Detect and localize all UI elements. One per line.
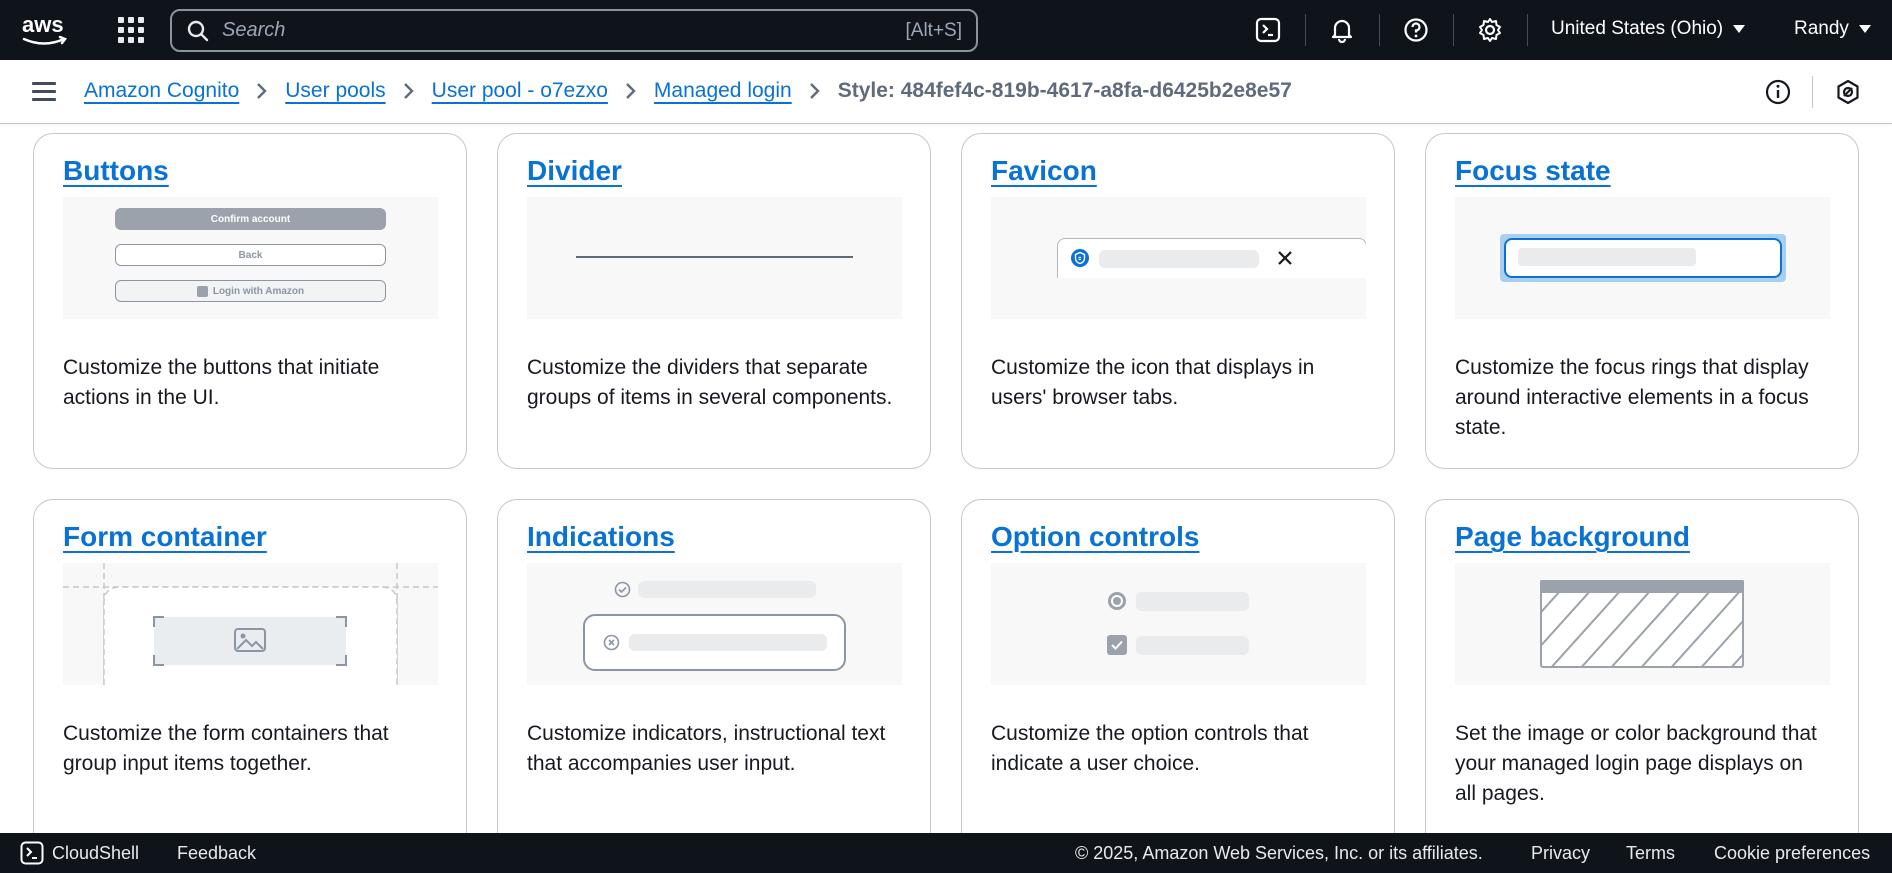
caret-down-icon (1858, 25, 1871, 33)
preview-social-button: Login with Amazon (115, 280, 386, 302)
focus-state-preview (1455, 197, 1830, 319)
card-title-option-controls[interactable]: Option controls (991, 519, 1365, 555)
card-title-favicon[interactable]: Favicon (991, 153, 1365, 189)
preview-secondary-button: Back (115, 244, 386, 266)
preview-social-label: Login with Amazon (212, 285, 305, 297)
info-icon[interactable] (1764, 78, 1792, 106)
card-title-focus-state[interactable]: Focus state (1455, 153, 1829, 189)
checkbox-icon (1107, 635, 1127, 655)
footer: CloudShell Feedback © 2025, Amazon Web S… (0, 833, 1892, 873)
preview-indicated-input (583, 614, 846, 671)
breadcrumb-user-pools[interactable]: User pools (285, 79, 385, 103)
aws-logo-text: aws (22, 12, 64, 37)
breadcrumb-current: Style: 484fef4c-819b-4617-a8fa-d6425b2e8… (837, 79, 1292, 102)
top-navigation: aws [Alt+S] United States (Ohio) Randy (0, 0, 1892, 60)
card-form-container: Form container Customize the form contai… (33, 499, 467, 833)
menu-icon[interactable] (32, 82, 56, 102)
gear-icon[interactable] (1474, 14, 1506, 46)
form-container-preview (63, 563, 438, 685)
aws-logo[interactable]: aws (20, 12, 72, 48)
chevron-right-icon (403, 83, 414, 99)
card-focus-state: Focus state Customize the focus rings th… (1425, 133, 1859, 469)
caret-down-icon (1733, 25, 1746, 33)
region-label: United States (Ohio) (1551, 18, 1724, 39)
card-option-controls: Option controls Customize the option con… (961, 499, 1395, 833)
search-shortcut: [Alt+S] (905, 19, 963, 41)
breadcrumb-user-pool[interactable]: User pool - o7ezxo (432, 79, 608, 103)
copyright-text: © 2025, Amazon Web Services, Inc. or its… (1075, 843, 1483, 863)
help-icon[interactable] (1400, 14, 1432, 46)
card-desc-indications: Customize indicators, instructional text… (527, 722, 886, 775)
breadcrumb-bar: Amazon Cognito User pools User pool - o7… (0, 60, 1892, 124)
card-desc-buttons: Customize the buttons that initiate acti… (63, 356, 380, 409)
card-desc-divider: Customize the dividers that separate gro… (527, 356, 893, 409)
card-divider: Divider Customize the dividers that sepa… (497, 133, 931, 469)
page-background-preview (1455, 563, 1830, 685)
breadcrumb-cognito[interactable]: Amazon Cognito (84, 79, 239, 103)
card-title-form-container[interactable]: Form container (63, 519, 437, 555)
favicon-shield-icon (1071, 249, 1089, 267)
card-desc-page-background: Set the image or color background that y… (1455, 722, 1817, 805)
services-menu-icon[interactable] (118, 17, 144, 43)
close-icon (1278, 251, 1292, 265)
feedback-link[interactable]: Feedback (177, 843, 256, 864)
card-title-page-background[interactable]: Page background (1455, 519, 1829, 555)
search-icon (187, 20, 209, 41)
preview-divider-line (576, 256, 853, 258)
card-title-divider[interactable]: Divider (527, 153, 901, 189)
privacy-link[interactable]: Privacy (1531, 843, 1590, 864)
error-circle-icon (603, 634, 620, 651)
search-bar[interactable]: [Alt+S] (170, 9, 978, 52)
bell-icon[interactable] (1326, 14, 1358, 46)
preview-browser-tab (1057, 238, 1366, 278)
buttons-preview: Confirm account Back Login with Amazon (63, 197, 438, 319)
preview-form-container (63, 563, 438, 685)
chevron-right-icon (626, 83, 636, 99)
card-desc-focus-state: Customize the focus rings that display a… (1455, 356, 1809, 439)
card-buttons: Buttons Confirm account Back Login with … (33, 133, 467, 469)
preview-focus-ring (1500, 234, 1786, 282)
search-input[interactable] (210, 19, 906, 42)
breadcrumb: Amazon Cognito User pools User pool - o7… (84, 79, 1292, 103)
card-page-background: Page background Set the image or color b… (1425, 499, 1859, 833)
cloudshell-footer-icon (20, 841, 44, 865)
card-desc-favicon: Customize the icon that displays in user… (991, 356, 1315, 409)
indications-preview (527, 563, 902, 685)
region-selector[interactable]: United States (Ohio) (1551, 18, 1746, 40)
check-circle-icon (614, 581, 631, 598)
preview-page-background (1540, 580, 1744, 668)
chevron-right-icon (257, 83, 267, 99)
favicon-preview (991, 197, 1366, 319)
chevron-right-icon (809, 83, 820, 99)
cloudshell-label: CloudShell (52, 842, 140, 863)
preview-primary-button: Confirm account (115, 208, 386, 230)
card-title-buttons[interactable]: Buttons (63, 153, 437, 189)
feature-notification-icon[interactable] (1834, 78, 1862, 106)
cookie-preferences-link[interactable]: Cookie preferences (1714, 843, 1870, 864)
amazon-icon (196, 285, 208, 297)
card-desc-form-container: Customize the form containers that group… (63, 722, 389, 775)
user-menu[interactable]: Randy (1794, 18, 1871, 40)
cloudshell-icon[interactable] (1252, 14, 1284, 46)
terms-link[interactable]: Terms (1626, 843, 1675, 864)
user-name: Randy (1794, 18, 1849, 39)
card-desc-option-controls: Customize the option controls that indic… (991, 722, 1309, 775)
card-title-indications[interactable]: Indications (527, 519, 901, 555)
card-indications: Indications Customize indicators, instru… (497, 499, 931, 833)
card-favicon: Favicon Customize the icon that displays… (961, 133, 1395, 469)
breadcrumb-managed-login[interactable]: Managed login (654, 79, 792, 103)
option-controls-preview (991, 563, 1366, 685)
divider-preview (527, 197, 902, 319)
cloudshell-button[interactable]: CloudShell (20, 841, 139, 865)
radio-icon (1108, 592, 1126, 610)
